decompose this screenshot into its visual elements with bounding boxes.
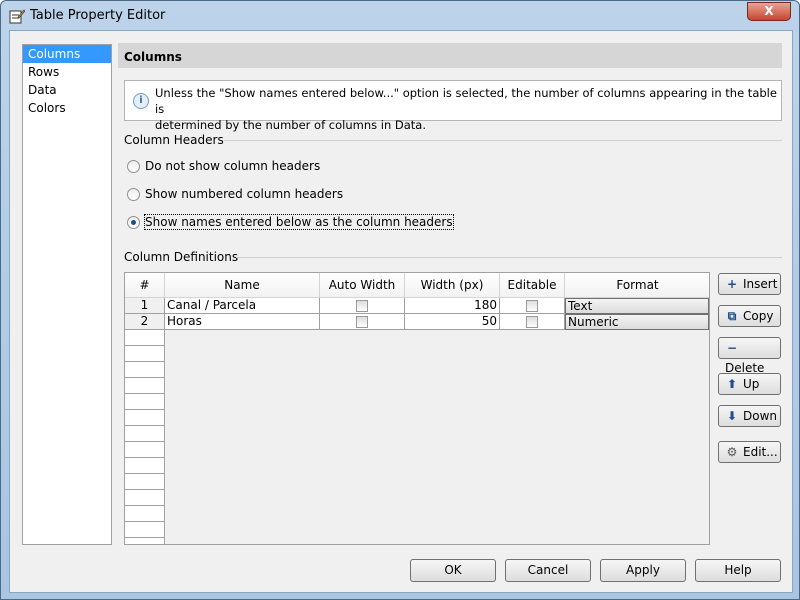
table-edit-icon: [9, 9, 25, 24]
insert-button[interactable]: + Insert: [718, 273, 781, 295]
header-name[interactable]: Name: [165, 273, 320, 298]
radio-numbered-headers[interactable]: Show numbered column headers: [127, 187, 343, 201]
empty-row-cell: [125, 474, 165, 490]
empty-row-cell: [125, 346, 165, 362]
up-label: Up: [743, 377, 760, 391]
empty-row-cell: [125, 458, 165, 474]
header-width[interactable]: Width (px): [405, 273, 500, 298]
empty-row-cell: [125, 330, 165, 346]
divider: [236, 257, 782, 258]
radio-button[interactable]: [127, 159, 140, 173]
auto-width-checkbox[interactable]: [356, 315, 368, 328]
editable-cell: [500, 314, 565, 330]
arrow-up-icon: ⬆: [726, 377, 738, 391]
divider: [224, 140, 782, 141]
down-button[interactable]: ⬇ Down: [718, 405, 781, 427]
copy-button[interactable]: ⧉ Copy: [718, 305, 781, 327]
header-editable[interactable]: Editable: [500, 273, 565, 298]
edit-button[interactable]: ⚙ Edit...: [718, 441, 781, 463]
delete-button[interactable]: −Delete: [718, 337, 781, 375]
editable-cell: [500, 298, 565, 314]
column-headers-label: Column Headers: [124, 133, 224, 147]
empty-row-cell: [125, 490, 165, 506]
copy-label: Copy: [743, 309, 774, 323]
help-button[interactable]: Help: [695, 559, 781, 582]
empty-row-cell: [125, 506, 165, 522]
cancel-button[interactable]: Cancel: [505, 559, 591, 582]
header-format[interactable]: Format: [565, 273, 709, 298]
info-icon: i: [133, 93, 149, 109]
info-box: i Unless the "Show names entered below..…: [124, 80, 782, 132]
format-button[interactable]: Numeric: [565, 314, 709, 330]
empty-row-cell: [125, 394, 165, 410]
insert-label: Insert: [743, 277, 778, 291]
radio-no-headers[interactable]: Do not show column headers: [127, 159, 320, 173]
empty-row-cell: [125, 410, 165, 426]
width-cell[interactable]: 180: [405, 298, 500, 314]
radio-button[interactable]: [127, 215, 140, 229]
header-num[interactable]: #: [125, 273, 165, 298]
plus-icon: +: [726, 277, 738, 291]
sidebar-item-data[interactable]: Data: [23, 81, 111, 99]
arrow-down-icon: ⬇: [726, 409, 738, 423]
sidebar-item-columns[interactable]: Columns: [23, 45, 111, 63]
copy-icon: ⧉: [727, 309, 737, 323]
edit-label: Edit...: [743, 445, 778, 459]
info-text-line1: Unless the "Show names entered below..."…: [155, 86, 777, 116]
gear-icon: ⚙: [726, 445, 738, 459]
panel-title: Columns: [118, 43, 782, 68]
radio-label: Do not show column headers: [145, 159, 321, 173]
column-definitions-table: # Name Auto Width Width (px) Editable Fo…: [124, 272, 710, 545]
row-number: 1: [125, 298, 165, 314]
header-auto-width[interactable]: Auto Width: [320, 273, 405, 298]
row-number: 2: [125, 314, 165, 330]
editable-checkbox[interactable]: [526, 315, 538, 328]
dialog-body: Columns Rows Data Colors Columns i Unles…: [9, 30, 793, 593]
radio-button[interactable]: [127, 187, 140, 201]
empty-row-cell: [125, 426, 165, 442]
column-definitions-label: Column Definitions: [124, 250, 239, 264]
info-text-line2: determined by the number of columns in D…: [155, 118, 427, 132]
radio-named-headers[interactable]: Show names entered below as the column h…: [127, 214, 454, 230]
apply-button[interactable]: Apply: [600, 559, 686, 582]
radio-label: Show names entered below as the column h…: [144, 214, 454, 230]
empty-row-cell: [125, 378, 165, 394]
name-cell[interactable]: Canal / Parcela: [165, 298, 320, 314]
width-cell[interactable]: 50: [405, 314, 500, 330]
empty-row-cell: [125, 442, 165, 458]
auto-width-cell: [320, 314, 405, 330]
sidebar-item-rows[interactable]: Rows: [23, 63, 111, 81]
dialog-window: Table Property Editor X Columns Rows Dat…: [0, 0, 800, 600]
format-button[interactable]: Text: [565, 298, 709, 314]
minus-icon: −: [726, 341, 738, 355]
sidebar-list: Columns Rows Data Colors: [22, 44, 112, 545]
ok-button[interactable]: OK: [410, 559, 496, 582]
auto-width-checkbox[interactable]: [356, 299, 368, 312]
editable-checkbox[interactable]: [526, 299, 538, 312]
window-title: Table Property Editor: [30, 8, 166, 23]
empty-row-cell: [125, 522, 165, 538]
radio-label: Show numbered column headers: [145, 187, 344, 201]
empty-row-cell: [125, 362, 165, 378]
sidebar-item-colors[interactable]: Colors: [23, 99, 111, 117]
close-button[interactable]: X: [747, 2, 791, 21]
down-label: Down: [743, 409, 778, 423]
up-button[interactable]: ⬆ Up: [718, 373, 781, 395]
auto-width-cell: [320, 298, 405, 314]
name-cell[interactable]: Horas: [165, 314, 320, 330]
empty-row-cell: [125, 538, 165, 544]
